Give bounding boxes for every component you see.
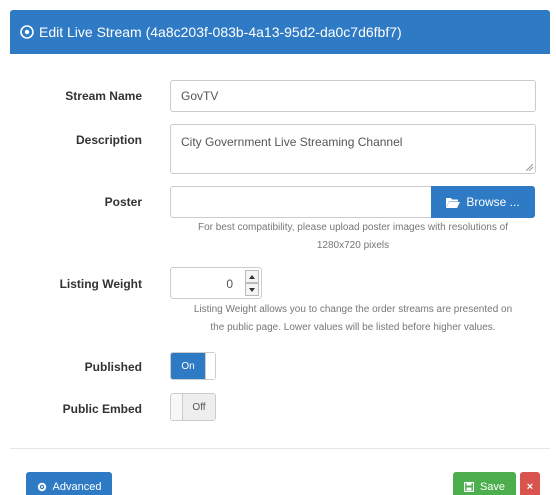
published-on-state: On bbox=[171, 353, 205, 379]
listing-weight-help-line2: the public page. Lower values will be li… bbox=[210, 322, 496, 333]
poster-help-line1: For best compatibility, please upload po… bbox=[198, 222, 508, 233]
poster-label: Poster bbox=[104, 195, 142, 209]
caret-down-icon bbox=[249, 287, 255, 292]
public-embed-off-state: Off bbox=[183, 394, 215, 420]
folder-open-icon bbox=[446, 197, 461, 208]
description-value: City Government Live Streaming Channel bbox=[181, 135, 403, 149]
listing-weight-stepper[interactable]: 0 bbox=[170, 267, 262, 299]
close-icon: × bbox=[526, 481, 534, 493]
description-textarea[interactable]: City Government Live Streaming Channel bbox=[170, 124, 536, 174]
gear-icon bbox=[37, 482, 46, 492]
delete-button[interactable]: × bbox=[520, 472, 540, 495]
stream-icon bbox=[20, 25, 34, 39]
dialog-header: Edit Live Stream (4a8c203f-083b-4a13-95d… bbox=[10, 10, 550, 54]
stream-name-label: Stream Name bbox=[65, 89, 142, 103]
stream-name-value: GovTV bbox=[181, 89, 219, 103]
poster-help-line2: 1280x720 pixels bbox=[316, 240, 390, 251]
listing-weight-value: 0 bbox=[226, 277, 233, 291]
stream-name-input[interactable]: GovTV bbox=[170, 80, 536, 112]
save-button[interactable]: Save bbox=[453, 472, 516, 495]
published-label: Published bbox=[84, 360, 142, 374]
toggle-knob bbox=[205, 353, 215, 379]
poster-help: For best compatibility, please upload po… bbox=[170, 219, 536, 255]
decrement-button[interactable] bbox=[245, 283, 259, 296]
browse-label: Browse ... bbox=[466, 195, 520, 209]
published-toggle[interactable]: On bbox=[170, 352, 216, 380]
public-embed-toggle[interactable]: Off bbox=[170, 393, 216, 421]
save-icon bbox=[463, 482, 474, 492]
resize-handle-icon[interactable] bbox=[526, 164, 533, 171]
public-embed-label: Public Embed bbox=[62, 402, 142, 416]
caret-up-icon bbox=[249, 274, 255, 279]
listing-weight-label: Listing Weight bbox=[59, 277, 142, 291]
toggle-knob bbox=[171, 394, 183, 420]
description-label: Description bbox=[75, 133, 142, 147]
advanced-button[interactable]: Advanced bbox=[26, 472, 112, 495]
dialog-title: Edit Live Stream (4a8c203f-083b-4a13-95d… bbox=[39, 24, 402, 40]
increment-button[interactable] bbox=[245, 270, 259, 283]
listing-weight-help: Listing Weight allows you to change the … bbox=[170, 301, 536, 337]
poster-input[interactable] bbox=[170, 186, 432, 218]
advanced-label: Advanced bbox=[52, 481, 102, 493]
browse-button[interactable]: Browse ... bbox=[431, 186, 535, 218]
save-label: Save bbox=[479, 481, 506, 493]
footer-divider bbox=[10, 448, 550, 449]
listing-weight-help-line1: Listing Weight allows you to change the … bbox=[193, 304, 513, 315]
